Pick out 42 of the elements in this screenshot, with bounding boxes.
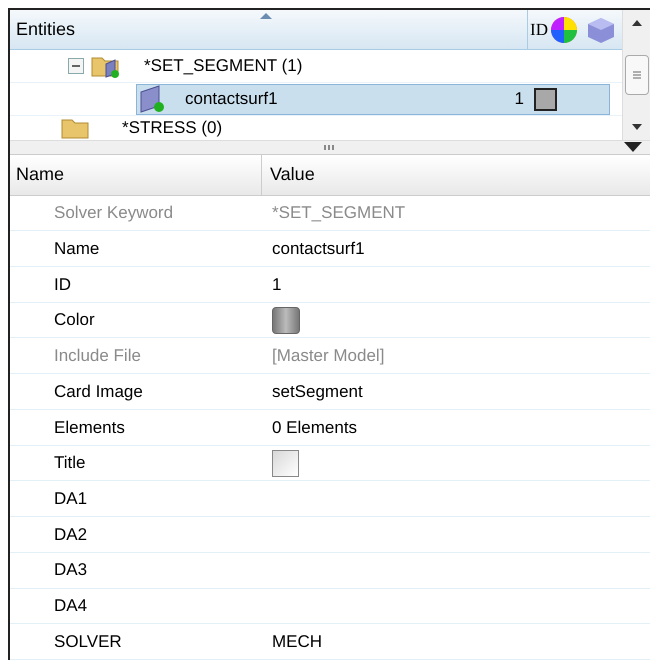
property-value: MECH [272, 630, 322, 653]
property-value: [Master Model] [272, 345, 384, 368]
property-value: 0 Elements [272, 416, 358, 439]
color-swatch [534, 88, 557, 110]
property-name: Include File [54, 346, 141, 366]
property-name: DA2 [54, 524, 88, 544]
property-name: Title [54, 453, 86, 472]
column-header[interactable]: Value [262, 161, 315, 188]
collapse-toggle-icon[interactable] [68, 58, 84, 74]
property-name: DA3 [54, 560, 88, 580]
title-checkbox[interactable] [272, 450, 299, 476]
grip-icon [324, 144, 336, 150]
scroll-down-icon [632, 124, 642, 130]
property-name: Elements [54, 418, 125, 437]
property-name: Card Image [54, 382, 143, 401]
property-name: DA4 [54, 596, 88, 616]
property-name: Solver Keyword [54, 203, 174, 222]
tree-item[interactable]: *SET_SEGMENT (1) [144, 53, 302, 79]
vertical-scrollbar[interactable] [622, 10, 650, 140]
column-header[interactable]: Name [10, 154, 262, 195]
color-swatch[interactable] [272, 306, 300, 334]
tree-item[interactable]: contactsurf1 1 [136, 84, 610, 114]
color-wheel-icon[interactable] [550, 16, 578, 44]
property-name: Color [54, 310, 95, 330]
cube-icon[interactable] [586, 16, 616, 44]
column-title[interactable]: Entities [16, 16, 76, 43]
property-value: 1 [272, 274, 282, 296]
tree-item[interactable]: *STRESS (0) [122, 118, 222, 138]
scroll-thumb[interactable] [624, 54, 648, 95]
property-name: ID [54, 274, 71, 294]
property-value: setSegment [272, 380, 363, 403]
item-label: contactsurf1 [185, 88, 279, 110]
property-name: DA1 [54, 488, 88, 508]
dropdown-arrow-icon[interactable] [624, 142, 642, 152]
property-name: SOLVER [54, 632, 122, 651]
scroll-up-icon [632, 20, 642, 26]
property-value: contactsurf1 [272, 238, 365, 260]
sort-arrow-icon [260, 13, 272, 19]
property-value: *SET_SEGMENT [272, 202, 406, 224]
item-id: 1 [514, 88, 524, 110]
id-column[interactable]: ID [530, 16, 548, 42]
property-name: Name [54, 238, 100, 258]
